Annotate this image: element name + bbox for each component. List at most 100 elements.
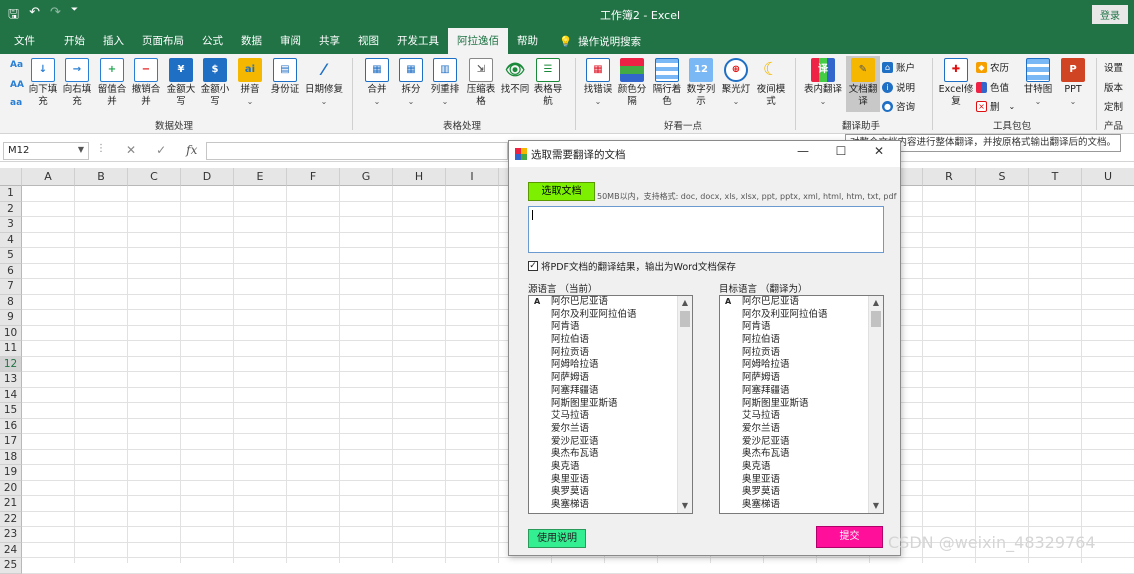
scroll-thumb[interactable] <box>871 311 881 327</box>
language-option[interactable]: 阿塞拜疆语 <box>720 385 868 398</box>
language-option[interactable]: 奥塞梯语 <box>529 499 677 512</box>
id-card-button[interactable]: ▤ 身份证 <box>268 58 302 96</box>
tab-page-layout[interactable]: 页面布局 <box>133 28 193 54</box>
column-header[interactable]: U <box>1082 168 1134 186</box>
row-header[interactable]: 21 <box>0 496 22 512</box>
row-header[interactable]: 2 <box>0 201 22 217</box>
row-header[interactable]: 12 <box>0 356 22 372</box>
column-header[interactable]: E <box>234 168 287 186</box>
maximize-icon[interactable]: ☐ <box>829 144 853 158</box>
settings-button[interactable]: 设置 <box>1104 60 1123 74</box>
consult-button[interactable]: ● 咨询 <box>882 99 915 113</box>
row-header[interactable]: 10 <box>0 325 22 341</box>
language-option[interactable]: 爱尔兰语 <box>529 423 677 436</box>
column-header[interactable]: H <box>393 168 446 186</box>
row-header[interactable]: 22 <box>0 511 22 527</box>
language-option[interactable]: 艾马拉语 <box>720 410 868 423</box>
language-option[interactable]: 阿尔及利亚阿拉伯语 <box>720 309 868 322</box>
gantt-button[interactable]: 甘特图 ⌄ <box>1018 58 1058 108</box>
formula-input[interactable] <box>206 142 508 160</box>
row-header[interactable]: 4 <box>0 232 22 248</box>
target-language-list[interactable]: A 阿尔巴尼亚语 阿尔及利亚阿拉伯语 阿肯语 阿拉伯语 阿拉贡语 阿姆哈拉语 阿萨姆语 阿塞拜疆… <box>719 295 884 514</box>
alt-color-button[interactable]: 隔行着色 <box>650 58 684 108</box>
language-option[interactable]: 阿肯语 <box>720 321 868 334</box>
tab-alayibai[interactable]: 阿拉逸佰 <box>448 28 508 54</box>
scrollbar[interactable]: ▲ ▼ <box>677 296 692 513</box>
language-option[interactable]: 阿拉伯语 <box>720 334 868 347</box>
close-icon[interactable]: ✕ <box>867 144 891 158</box>
find-error-button[interactable]: ▦ 找错误 ⌄ <box>581 58 615 108</box>
language-option[interactable]: 艾马拉语 <box>529 410 677 423</box>
amount-lower-button[interactable]: $ 金额小写 <box>198 58 232 108</box>
scroll-down-icon[interactable]: ▼ <box>678 499 692 513</box>
source-language-list[interactable]: A 阿尔巴尼亚语 阿尔及利亚阿拉伯语 阿肯语 阿拉伯语 阿拉贡语 阿姆哈拉语 阿萨姆语 阿塞拜疆… <box>528 295 693 514</box>
pdf-checkbox[interactable]: ✓ <box>528 261 538 271</box>
language-option[interactable]: 奥塞梯语 <box>720 499 868 512</box>
compress-button[interactable]: ⇲ 压缩表格 <box>464 58 498 108</box>
table-nav-button[interactable]: ☰ 表格导航 <box>531 58 565 108</box>
row-header[interactable]: 3 <box>0 217 22 233</box>
language-option[interactable]: 阿拉贡语 <box>529 347 677 360</box>
column-header[interactable]: S <box>976 168 1029 186</box>
file-path-textarea[interactable] <box>528 206 884 253</box>
row-header[interactable]: 9 <box>0 310 22 326</box>
select-all-corner[interactable] <box>0 168 22 186</box>
capitalize-icon[interactable]: AA <box>10 80 24 90</box>
row-header[interactable]: 24 <box>0 542 22 558</box>
language-option[interactable]: 阿萨姆语 <box>720 372 868 385</box>
tab-file[interactable]: 文件 <box>0 28 55 54</box>
language-option[interactable]: 阿拉贡语 <box>720 347 868 360</box>
tab-share[interactable]: 共享 <box>310 28 349 54</box>
explain-button[interactable]: i 说明 <box>882 80 915 94</box>
tell-me-search[interactable]: 💡 操作说明搜索 <box>547 34 641 49</box>
tab-home[interactable]: 开始 <box>55 28 94 54</box>
column-header[interactable]: C <box>128 168 181 186</box>
ppt-button[interactable]: P PPT ⌄ <box>1056 58 1090 108</box>
language-option[interactable]: 阿肯语 <box>529 321 677 334</box>
minimize-icon[interactable]: — <box>791 144 815 158</box>
tab-data[interactable]: 数据 <box>232 28 271 54</box>
scroll-up-icon[interactable]: ▲ <box>869 296 883 310</box>
language-option[interactable]: 阿姆哈拉语 <box>529 359 677 372</box>
down-fill-button[interactable]: ↓ 向下填充 <box>26 58 60 108</box>
digit-list-button[interactable]: 12 数字列示 <box>684 58 718 108</box>
language-option[interactable]: 阿斯图里亚斯语 <box>720 398 868 411</box>
language-option[interactable]: 奥克语 <box>720 461 868 474</box>
scroll-thumb[interactable] <box>680 311 690 327</box>
row-header[interactable]: 16 <box>0 418 22 434</box>
right-fill-button[interactable]: → 向右填充 <box>60 58 94 108</box>
language-option[interactable]: 阿斯图里亚斯语 <box>529 398 677 411</box>
row-header[interactable]: 23 <box>0 527 22 543</box>
merge-button[interactable]: ▦ 合并 ⌄ <box>360 58 394 108</box>
row-header[interactable]: 13 <box>0 372 22 388</box>
uppercase-icon[interactable]: Aa <box>10 60 23 70</box>
language-option[interactable]: 奥杰布瓦语 <box>529 448 677 461</box>
col-rearrange-button[interactable]: ▥ 列重排 ⌄ <box>428 58 462 108</box>
cancel-icon[interactable]: ✕ <box>126 143 136 157</box>
row-header[interactable]: 25 <box>0 558 22 574</box>
row-header[interactable]: 8 <box>0 294 22 310</box>
language-option[interactable]: 奥里亚语 <box>529 474 677 487</box>
language-option[interactable]: 奥里亚语 <box>720 474 868 487</box>
row-header[interactable]: 20 <box>0 480 22 496</box>
row-header[interactable]: 5 <box>0 248 22 264</box>
language-option[interactable]: 爱尔兰语 <box>720 423 868 436</box>
tab-review[interactable]: 审阅 <box>271 28 310 54</box>
language-option[interactable]: 阿姆哈拉语 <box>720 359 868 372</box>
language-option[interactable]: A 阿尔巴尼亚语 <box>720 296 868 309</box>
pick-document-button[interactable]: 选取文档 <box>528 182 595 201</box>
column-header[interactable]: R <box>923 168 976 186</box>
row-header[interactable]: 7 <box>0 279 22 295</box>
language-option[interactable]: 奥罗莫语 <box>529 486 677 499</box>
row-header[interactable]: 6 <box>0 263 22 279</box>
tab-insert[interactable]: 插入 <box>94 28 133 54</box>
column-header[interactable]: T <box>1029 168 1082 186</box>
language-option[interactable]: 奥罗莫语 <box>720 486 868 499</box>
row-header[interactable]: 15 <box>0 403 22 419</box>
row-header[interactable]: 18 <box>0 449 22 465</box>
name-box[interactable]: M12 ▼ <box>3 142 89 160</box>
login-button[interactable]: 登录 <box>1092 5 1128 24</box>
language-option[interactable]: 爱沙尼亚语 <box>529 436 677 449</box>
excel-repair-button[interactable]: ✚ Excel修复 <box>938 58 974 108</box>
farm-calendar-button[interactable]: ◆ 农历 <box>976 60 1009 74</box>
